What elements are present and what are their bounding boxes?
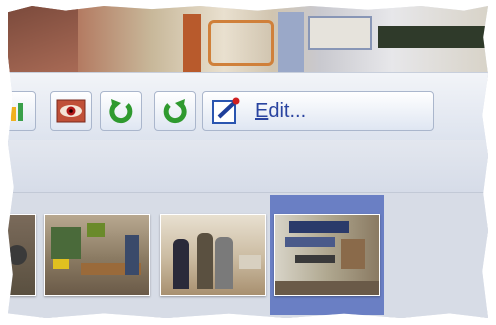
red-eye-icon (56, 99, 86, 123)
edit-button-label: Edit... (255, 99, 307, 122)
thumbnail-workshop-partial[interactable] (8, 195, 36, 315)
rotate-clockwise-icon (163, 99, 187, 124)
info-band (8, 140, 488, 193)
app-window-frame: Edit... (8, 6, 488, 318)
edit-button[interactable]: Edit... (202, 91, 434, 131)
pencil-edit-icon (212, 97, 240, 124)
thumbnail-rotated-photo[interactable] (270, 195, 384, 315)
rotate-right-button[interactable] (154, 91, 196, 131)
chart-icon (8, 103, 23, 121)
toolbar: Edit... (8, 72, 488, 142)
rotate-left-button[interactable] (100, 91, 142, 131)
red-eye-button[interactable] (50, 91, 92, 131)
chart-button[interactable] (8, 91, 36, 131)
photo-preview (8, 6, 488, 72)
filmstrip (8, 193, 488, 318)
rotate-counterclockwise-icon (109, 99, 133, 124)
thumbnail-group-of-people[interactable] (158, 195, 268, 315)
thumbnail-workshop-machines[interactable] (42, 195, 152, 315)
